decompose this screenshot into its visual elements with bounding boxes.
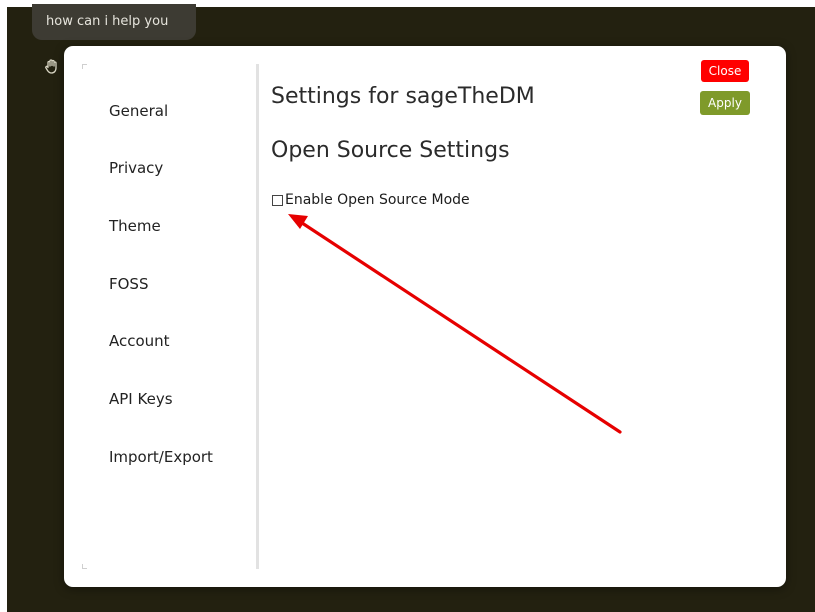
- sidebar-corner-mark: [82, 64, 87, 69]
- open-source-mode-checkbox[interactable]: [272, 194, 283, 206]
- section-title: Open Source Settings: [271, 138, 510, 163]
- apply-button[interactable]: Apply: [700, 91, 750, 115]
- sidebar-item-privacy[interactable]: Privacy: [109, 159, 163, 177]
- screen: how can i help you General Privacy Theme…: [0, 0, 815, 612]
- sidebar-corner-mark: [82, 564, 87, 569]
- settings-modal: General Privacy Theme FOSS Account API K…: [64, 46, 786, 587]
- chat-message-bubble: how can i help you: [32, 4, 196, 40]
- settings-sidebar: General Privacy Theme FOSS Account API K…: [82, 64, 259, 569]
- close-button[interactable]: Close: [701, 60, 749, 82]
- settings-title: Settings for sageTheDM: [271, 84, 535, 109]
- sidebar-item-general[interactable]: General: [109, 102, 168, 120]
- sidebar-item-theme[interactable]: Theme: [109, 217, 161, 235]
- sidebar-item-api-keys[interactable]: API Keys: [109, 390, 173, 408]
- chat-message-text: how can i help you: [46, 14, 169, 29]
- sidebar-item-account[interactable]: Account: [109, 332, 170, 350]
- sidebar-item-import-export[interactable]: Import/Export: [109, 448, 213, 466]
- open-source-mode-option[interactable]: Enable Open Source Mode: [272, 192, 470, 208]
- hand-pointer-icon: [44, 58, 60, 74]
- open-source-mode-label: Enable Open Source Mode: [285, 192, 470, 208]
- sidebar-item-foss[interactable]: FOSS: [109, 275, 148, 293]
